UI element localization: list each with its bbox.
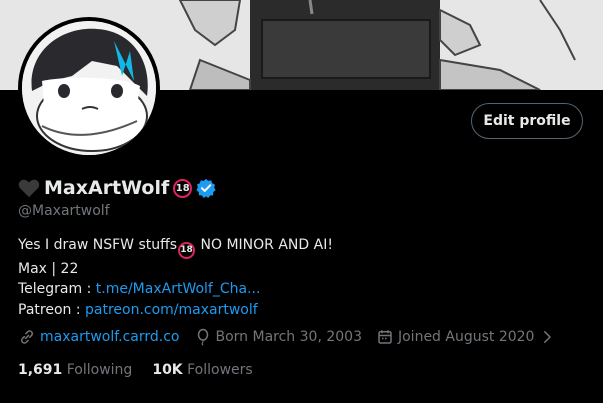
avatar-image — [22, 21, 156, 155]
calendar-icon — [378, 330, 392, 344]
following-count: 1,691 — [18, 362, 63, 378]
birthday-item: Born March 30, 2003 — [194, 328, 362, 346]
black-heart-icon — [18, 179, 40, 198]
verified-badge-icon[interactable] — [196, 178, 216, 198]
display-name: MaxArtWolf — [44, 177, 170, 199]
bio-line-1-suffix: NO MINOR AND AI! — [196, 237, 333, 253]
adult-18-icon: 18 — [178, 241, 196, 259]
telegram-label: Telegram : — [18, 281, 96, 298]
birth-date: Born March 30, 2003 — [215, 329, 362, 345]
profile-handle: @Maxartwolf — [18, 203, 110, 219]
bio-patreon-line: Patreon : patreon.com/maxartwolf — [18, 300, 333, 321]
followers-count: 10K — [152, 362, 183, 378]
profile-bio: Yes I draw NSFW stuffs 18 NO MINOR AND AI… — [18, 235, 333, 320]
link-icon — [20, 330, 34, 344]
website-link[interactable]: maxartwolf.carrd.co — [40, 329, 180, 345]
chevron-right-icon — [544, 331, 552, 343]
bio-line-2: Max | 22 — [18, 260, 79, 277]
patreon-link[interactable]: patreon.com/maxartwolf — [85, 302, 258, 318]
avatar[interactable] — [18, 17, 160, 159]
following-label: Following — [66, 362, 133, 378]
followers-link[interactable]: 10K Followers — [152, 362, 252, 378]
followers-label: Followers — [187, 362, 253, 378]
follow-stats: 1,691 Following 10K Followers — [18, 362, 273, 378]
adult-18-icon: 18 — [173, 178, 193, 198]
telegram-link[interactable]: t.me/MaxArtWolf_Cha... — [96, 281, 261, 297]
following-link[interactable]: 1,691 Following — [18, 362, 132, 378]
bio-line-1: Yes I draw NSFW stuffs 18 NO MINOR AND AI… — [18, 235, 333, 259]
bio-telegram-line: Telegram : t.me/MaxArtWolf_Cha... — [18, 279, 333, 300]
profile-meta-row: maxartwolf.carrd.co Born March 30, 2003 … — [18, 328, 570, 346]
patreon-label: Patreon : — [18, 301, 85, 318]
profile-name-row: MaxArtWolf 18 — [18, 175, 216, 201]
edit-profile-button[interactable]: Edit profile — [471, 103, 583, 139]
balloon-icon — [197, 328, 208, 346]
joined-date: Joined August 2020 — [397, 329, 535, 345]
joined-item[interactable]: Joined August 2020 — [376, 328, 556, 346]
bio-line-1-text: Yes I draw NSFW stuffs — [18, 237, 178, 253]
website-item: maxartwolf.carrd.co — [18, 328, 180, 346]
